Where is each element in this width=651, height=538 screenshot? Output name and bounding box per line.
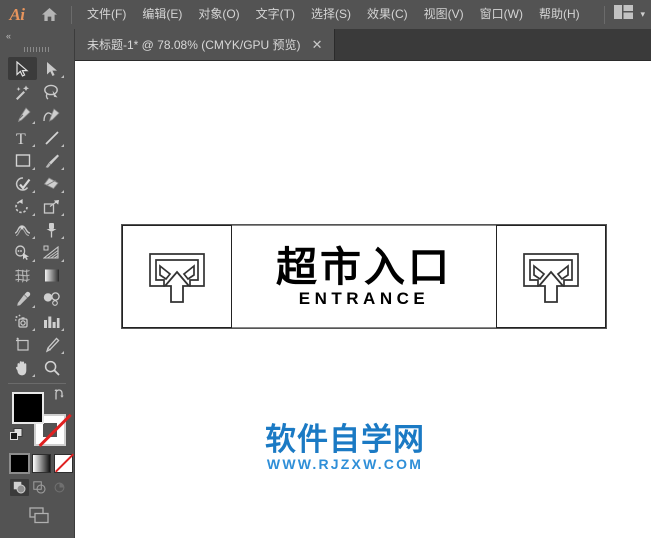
curvature-tool[interactable] <box>37 103 66 126</box>
document-tab-bar: 未标题-1* @ 78.08% (CMYK/GPU 预览) ✕ <box>75 29 651 61</box>
column-graph-tool[interactable] <box>37 310 66 333</box>
free-transform-tool[interactable] <box>37 218 66 241</box>
fill-stroke-controls <box>10 388 74 450</box>
collapse-panel-icon[interactable]: « <box>0 29 74 43</box>
close-icon[interactable]: ✕ <box>310 37 325 52</box>
perspective-grid-tool[interactable] <box>37 241 66 264</box>
home-icon[interactable] <box>34 0 64 29</box>
chevron-down-icon[interactable]: ▾ <box>640 9 645 20</box>
rectangle-tool[interactable] <box>8 149 37 172</box>
sign-text-chinese: 超市入口 <box>276 243 452 292</box>
none-mode-button[interactable] <box>54 453 75 473</box>
pen-tool[interactable] <box>8 103 37 126</box>
zoom-tool[interactable] <box>37 356 66 379</box>
tool-grid: T <box>0 55 74 379</box>
menu-help[interactable]: 帮助(H) <box>531 0 588 29</box>
menu-type[interactable]: 文字(T) <box>248 0 303 29</box>
color-mode-buttons <box>0 450 75 474</box>
menu-file[interactable]: 文件(F) <box>79 0 134 29</box>
left-icon-panel[interactable] <box>122 225 232 328</box>
scale-tool[interactable] <box>37 195 66 218</box>
entrance-arrow-icon <box>149 252 205 303</box>
document-tab-title: 未标题-1* @ 78.08% (CMYK/GPU 预览) <box>87 38 301 52</box>
menubar-divider <box>71 5 72 24</box>
direct-selection-tool[interactable] <box>37 57 66 80</box>
rotate-tool[interactable] <box>8 195 37 218</box>
hand-tool[interactable] <box>8 356 37 379</box>
default-fill-stroke-icon[interactable] <box>10 428 23 446</box>
entrance-arrow-icon <box>523 252 579 303</box>
width-tool[interactable] <box>8 218 37 241</box>
watermark: 软件自学网 WWW.RJZXW.COM <box>265 424 425 472</box>
blend-tool[interactable] <box>37 287 66 310</box>
type-tool[interactable]: T <box>8 126 37 149</box>
toolbar-divider <box>8 383 66 384</box>
panel-drag-handle[interactable] <box>0 43 74 55</box>
draw-inside-button[interactable] <box>50 479 69 496</box>
fill-swatch[interactable] <box>12 392 44 424</box>
app-logo: Ai <box>9 4 25 24</box>
paintbrush-tool[interactable] <box>37 149 66 172</box>
watermark-url: WWW.RJZXW.COM <box>266 455 424 472</box>
swap-fill-stroke-icon[interactable] <box>54 388 67 406</box>
menu-object[interactable]: 对象(O) <box>190 0 247 29</box>
color-mode-button[interactable] <box>9 453 30 474</box>
shape-builder-tool[interactable] <box>8 241 37 264</box>
svg-text:T: T <box>16 131 26 146</box>
draw-mode-buttons <box>0 473 74 496</box>
mesh-tool[interactable] <box>8 264 37 287</box>
sign-text-english: ENTRANCE <box>298 288 430 308</box>
menu-effect[interactable]: 效果(C) <box>359 0 416 29</box>
change-screen-mode-button[interactable] <box>0 496 74 526</box>
menu-select[interactable]: 选择(S) <box>303 0 359 29</box>
magic-wand-tool[interactable] <box>8 80 37 103</box>
center-text-panel[interactable]: 超市入口 ENTRANCE <box>232 225 496 328</box>
watermark-title: 软件自学网 <box>265 422 425 458</box>
tools-panel: « T <box>0 29 75 538</box>
shaper-tool[interactable] <box>8 172 37 195</box>
gradient-mode-button[interactable] <box>32 454 51 473</box>
draw-normal-button[interactable] <box>10 479 29 496</box>
document-tab[interactable]: 未标题-1* @ 78.08% (CMYK/GPU 预览) ✕ <box>75 29 336 60</box>
workspace-switcher-icon[interactable] <box>614 5 634 24</box>
menu-window[interactable]: 窗口(W) <box>472 0 531 29</box>
symbol-sprayer-tool[interactable] <box>8 310 37 333</box>
illustrator-window: Ai 文件(F) 编辑(E) 对象(O) 文字(T) 选择(S) 效果(C) 视… <box>0 0 651 538</box>
selection-tool[interactable] <box>8 57 37 80</box>
line-segment-tool[interactable] <box>37 126 66 149</box>
menu-view[interactable]: 视图(V) <box>416 0 472 29</box>
document-canvas[interactable]: 超市入口 ENTRANCE 软件自学网 WWW.RJZXW.COM <box>75 61 651 538</box>
eraser-tool[interactable] <box>37 172 66 195</box>
workspace-area: ▾ <box>604 0 645 29</box>
gradient-tool[interactable] <box>37 264 66 287</box>
draw-behind-button[interactable] <box>30 479 49 496</box>
artboard-tool[interactable] <box>8 333 37 356</box>
eyedropper-tool[interactable] <box>8 287 37 310</box>
menu-bar: Ai 文件(F) 编辑(E) 对象(O) 文字(T) 选择(S) 效果(C) 视… <box>0 0 651 29</box>
right-icon-panel[interactable] <box>496 225 606 328</box>
menu-edit[interactable]: 编辑(E) <box>134 0 190 29</box>
slice-tool[interactable] <box>37 333 66 356</box>
workspace-divider <box>604 5 606 24</box>
lasso-tool[interactable] <box>37 80 66 103</box>
entrance-sign-artwork[interactable]: 超市入口 ENTRANCE <box>121 224 607 329</box>
